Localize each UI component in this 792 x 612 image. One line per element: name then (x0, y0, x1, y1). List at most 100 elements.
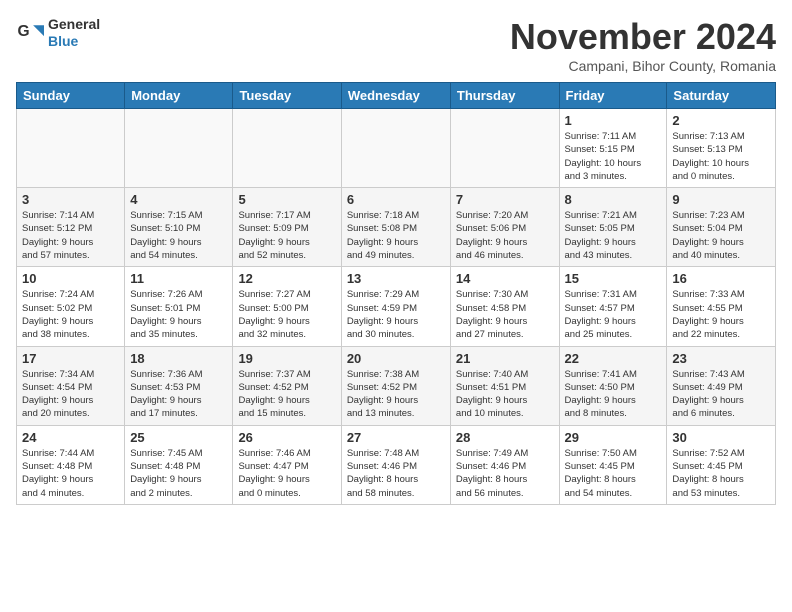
day-info: Sunrise: 7:29 AM Sunset: 4:59 PM Dayligh… (347, 288, 445, 341)
day-info: Sunrise: 7:45 AM Sunset: 4:48 PM Dayligh… (130, 447, 227, 500)
calendar-week-row: 3Sunrise: 7:14 AM Sunset: 5:12 PM Daylig… (17, 188, 776, 267)
day-info: Sunrise: 7:33 AM Sunset: 4:55 PM Dayligh… (672, 288, 770, 341)
calendar-cell: 24 Sunrise: 7:44 AM Sunset: 4:48 PM Dayli… (17, 425, 125, 504)
day-number: 9 (672, 192, 770, 207)
day-number: 17 (22, 351, 119, 366)
day-number: 6 (347, 192, 445, 207)
day-info: Sunrise: 7:18 AM Sunset: 5:08 PM Dayligh… (347, 209, 445, 262)
day-info: Sunrise: 7:24 AM Sunset: 5:02 PM Dayligh… (22, 288, 119, 341)
day-info: Sunrise: 7:11 AM Sunset: 5:15 PM Dayligh… (565, 130, 662, 183)
day-number: 18 (130, 351, 227, 366)
day-number: 16 (672, 271, 770, 286)
logo-text: General Blue (48, 16, 100, 50)
title-area: November 2024 Campani, Bihor County, Rom… (510, 16, 776, 74)
day-info: Sunrise: 7:43 AM Sunset: 4:49 PM Dayligh… (672, 368, 770, 421)
calendar-cell: 6 Sunrise: 7:18 AM Sunset: 5:08 PM Daylig… (341, 188, 450, 267)
calendar-cell: 20Sunrise: 7:38 AM Sunset: 4:52 PM Dayli… (341, 346, 450, 425)
day-info: Sunrise: 7:49 AM Sunset: 4:46 PM Dayligh… (456, 447, 554, 500)
day-number: 28 (456, 430, 554, 445)
logo: G General Blue (16, 16, 100, 50)
day-number: 14 (456, 271, 554, 286)
day-info: Sunrise: 7:50 AM Sunset: 4:45 PM Dayligh… (565, 447, 662, 500)
calendar-cell (450, 109, 559, 188)
day-number: 27 (347, 430, 445, 445)
calendar-cell: 26Sunrise: 7:46 AM Sunset: 4:47 PM Dayli… (233, 425, 341, 504)
calendar-cell: 21 Sunrise: 7:40 AM Sunset: 4:51 PM Dayli… (450, 346, 559, 425)
calendar-cell: 22 Sunrise: 7:41 AM Sunset: 4:50 PM Dayli… (559, 346, 667, 425)
location: Campani, Bihor County, Romania (510, 58, 776, 74)
weekday-header-cell: Friday (559, 83, 667, 109)
day-info: Sunrise: 7:44 AM Sunset: 4:48 PM Dayligh… (22, 447, 119, 500)
calendar-cell: 8Sunrise: 7:21 AM Sunset: 5:05 PM Daylig… (559, 188, 667, 267)
day-number: 30 (672, 430, 770, 445)
calendar: SundayMondayTuesdayWednesdayThursdayFrid… (16, 82, 776, 505)
calendar-week-row: 1 Sunrise: 7:11 AM Sunset: 5:15 PM Daylig… (17, 109, 776, 188)
calendar-cell: 9 Sunrise: 7:23 AM Sunset: 5:04 PM Daylig… (667, 188, 776, 267)
header: G General Blue November 2024 Campani, Bi… (16, 16, 776, 74)
calendar-cell: 3Sunrise: 7:14 AM Sunset: 5:12 PM Daylig… (17, 188, 125, 267)
day-info: Sunrise: 7:13 AM Sunset: 5:13 PM Dayligh… (672, 130, 770, 183)
day-info: Sunrise: 7:26 AM Sunset: 5:01 PM Dayligh… (130, 288, 227, 341)
month-title: November 2024 (510, 16, 776, 58)
weekday-header-cell: Tuesday (233, 83, 341, 109)
day-info: Sunrise: 7:34 AM Sunset: 4:54 PM Dayligh… (22, 368, 119, 421)
day-info: Sunrise: 7:41 AM Sunset: 4:50 PM Dayligh… (565, 368, 662, 421)
calendar-cell: 19Sunrise: 7:37 AM Sunset: 4:52 PM Dayli… (233, 346, 341, 425)
calendar-week-row: 24 Sunrise: 7:44 AM Sunset: 4:48 PM Dayli… (17, 425, 776, 504)
day-info: Sunrise: 7:37 AM Sunset: 4:52 PM Dayligh… (238, 368, 335, 421)
weekday-header-cell: Thursday (450, 83, 559, 109)
day-number: 5 (238, 192, 335, 207)
calendar-cell: 18Sunrise: 7:36 AM Sunset: 4:53 PM Dayli… (125, 346, 233, 425)
day-info: Sunrise: 7:27 AM Sunset: 5:00 PM Dayligh… (238, 288, 335, 341)
day-number: 21 (456, 351, 554, 366)
day-info: Sunrise: 7:40 AM Sunset: 4:51 PM Dayligh… (456, 368, 554, 421)
day-info: Sunrise: 7:38 AM Sunset: 4:52 PM Dayligh… (347, 368, 445, 421)
svg-text:G: G (18, 23, 30, 40)
calendar-cell: 28 Sunrise: 7:49 AM Sunset: 4:46 PM Dayli… (450, 425, 559, 504)
day-info: Sunrise: 7:46 AM Sunset: 4:47 PM Dayligh… (238, 447, 335, 500)
day-number: 22 (565, 351, 662, 366)
day-info: Sunrise: 7:31 AM Sunset: 4:57 PM Dayligh… (565, 288, 662, 341)
calendar-week-row: 10 Sunrise: 7:24 AM Sunset: 5:02 PM Dayli… (17, 267, 776, 346)
calendar-cell: 5Sunrise: 7:17 AM Sunset: 5:09 PM Daylig… (233, 188, 341, 267)
calendar-cell: 1 Sunrise: 7:11 AM Sunset: 5:15 PM Daylig… (559, 109, 667, 188)
calendar-cell (125, 109, 233, 188)
day-number: 3 (22, 192, 119, 207)
calendar-cell: 17 Sunrise: 7:34 AM Sunset: 4:54 PM Dayli… (17, 346, 125, 425)
calendar-cell: 2 Sunrise: 7:13 AM Sunset: 5:13 PM Daylig… (667, 109, 776, 188)
day-info: Sunrise: 7:23 AM Sunset: 5:04 PM Dayligh… (672, 209, 770, 262)
day-info: Sunrise: 7:20 AM Sunset: 5:06 PM Dayligh… (456, 209, 554, 262)
calendar-cell: 29 Sunrise: 7:50 AM Sunset: 4:45 PM Dayli… (559, 425, 667, 504)
day-number: 2 (672, 113, 770, 128)
day-info: Sunrise: 7:30 AM Sunset: 4:58 PM Dayligh… (456, 288, 554, 341)
logo-icon: G (16, 19, 44, 47)
logo-line1: General (48, 16, 100, 33)
day-info: Sunrise: 7:15 AM Sunset: 5:10 PM Dayligh… (130, 209, 227, 262)
weekday-header-row: SundayMondayTuesdayWednesdayThursdayFrid… (17, 83, 776, 109)
day-number: 1 (565, 113, 662, 128)
day-info: Sunrise: 7:48 AM Sunset: 4:46 PM Dayligh… (347, 447, 445, 500)
day-number: 7 (456, 192, 554, 207)
day-number: 25 (130, 430, 227, 445)
calendar-cell: 16 Sunrise: 7:33 AM Sunset: 4:55 PM Dayli… (667, 267, 776, 346)
calendar-cell: 13Sunrise: 7:29 AM Sunset: 4:59 PM Dayli… (341, 267, 450, 346)
calendar-cell: 27 Sunrise: 7:48 AM Sunset: 4:46 PM Dayli… (341, 425, 450, 504)
day-info: Sunrise: 7:52 AM Sunset: 4:45 PM Dayligh… (672, 447, 770, 500)
day-number: 15 (565, 271, 662, 286)
day-number: 8 (565, 192, 662, 207)
calendar-cell: 12Sunrise: 7:27 AM Sunset: 5:00 PM Dayli… (233, 267, 341, 346)
day-number: 23 (672, 351, 770, 366)
calendar-cell: 14 Sunrise: 7:30 AM Sunset: 4:58 PM Dayli… (450, 267, 559, 346)
day-number: 10 (22, 271, 119, 286)
calendar-cell: 4 Sunrise: 7:15 AM Sunset: 5:10 PM Daylig… (125, 188, 233, 267)
logo-line2: Blue (48, 33, 100, 50)
day-number: 29 (565, 430, 662, 445)
calendar-cell (17, 109, 125, 188)
calendar-cell: 10 Sunrise: 7:24 AM Sunset: 5:02 PM Dayli… (17, 267, 125, 346)
day-number: 24 (22, 430, 119, 445)
calendar-body: 1 Sunrise: 7:11 AM Sunset: 5:15 PM Daylig… (17, 109, 776, 505)
calendar-cell (233, 109, 341, 188)
day-number: 4 (130, 192, 227, 207)
calendar-cell: 30 Sunrise: 7:52 AM Sunset: 4:45 PM Dayli… (667, 425, 776, 504)
calendar-cell: 7 Sunrise: 7:20 AM Sunset: 5:06 PM Daylig… (450, 188, 559, 267)
